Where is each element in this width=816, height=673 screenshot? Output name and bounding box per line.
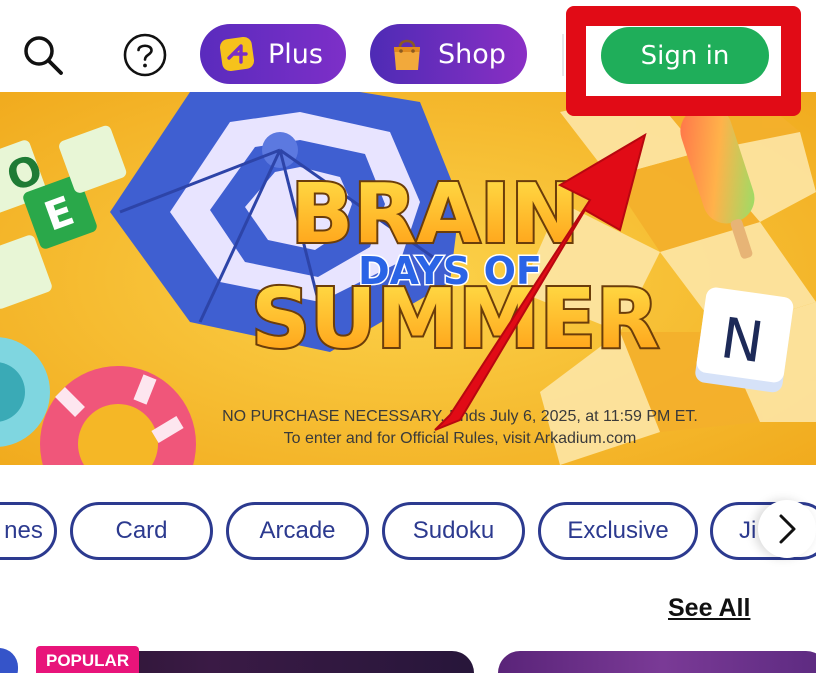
banner-title-line3: SUMMER — [251, 272, 659, 367]
shop-label: Shop — [438, 38, 506, 70]
chevron-right-icon — [779, 514, 796, 544]
sign-in-button[interactable]: Sign in — [601, 27, 769, 84]
app-root: Plus Shop O E N BRAIN DAYS OF SUMMER NO … — [0, 0, 816, 673]
promo-banner[interactable]: O E N BRAIN DAYS OF SUMMER NO PURCHASE N… — [0, 92, 816, 465]
category-chip-row: nes Card Arcade Sudoku Exclusive Ji — [0, 500, 816, 562]
chips-next-button[interactable] — [758, 500, 816, 558]
category-chip-label: Ji — [739, 517, 757, 544]
category-chip[interactable]: Arcade — [226, 502, 369, 560]
plus-button[interactable]: Plus — [200, 24, 346, 84]
category-chip-label: Card — [115, 517, 168, 544]
card-partial-left[interactable] — [0, 648, 18, 673]
category-chip[interactable]: Exclusive — [538, 502, 698, 560]
category-chip[interactable]: Card — [70, 502, 213, 560]
plus-logo-icon — [218, 35, 256, 73]
category-chip[interactable]: nes — [0, 502, 57, 560]
help-button[interactable] — [122, 32, 168, 78]
plus-label: Plus — [268, 38, 323, 70]
category-chip-label: Sudoku — [412, 517, 495, 544]
shopping-bag-icon — [388, 35, 426, 73]
tile-letter-n: N — [717, 306, 768, 376]
legal-line-2: To enter and for Official Rules, visit A… — [283, 430, 637, 447]
search-button[interactable] — [18, 30, 68, 80]
legal-line-1: NO PURCHASE NECESSARY. Ends July 6, 2025… — [222, 408, 698, 425]
see-all-link[interactable]: See All — [668, 594, 750, 623]
header-divider — [562, 34, 564, 76]
help-icon — [123, 33, 167, 77]
category-chip-label: Arcade — [259, 517, 336, 544]
banner-title-line1: BRAIN — [291, 167, 579, 262]
category-chip-label: Exclusive — [567, 517, 669, 544]
popular-badge: POPULAR — [36, 646, 140, 673]
search-icon — [24, 36, 63, 75]
game-card[interactable] — [498, 651, 816, 673]
category-chip[interactable]: Sudoku — [382, 502, 525, 560]
shop-button[interactable]: Shop — [370, 24, 527, 84]
category-chip-label: nes — [4, 517, 43, 544]
